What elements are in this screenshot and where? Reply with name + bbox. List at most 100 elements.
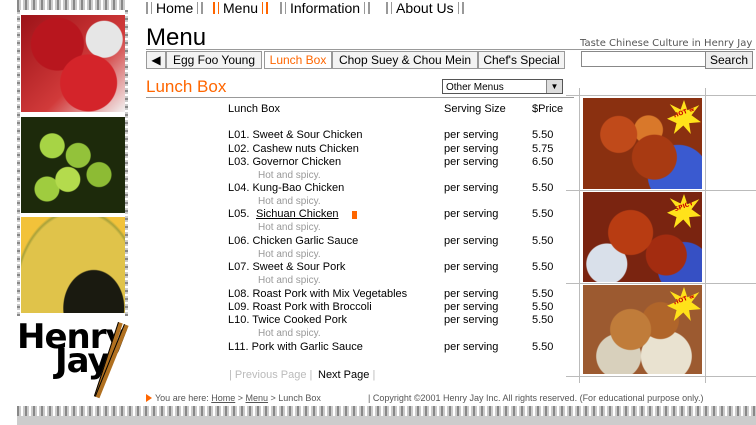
menu-item-price: 5.50	[532, 235, 554, 247]
badge-text: HOT &	[672, 292, 696, 307]
breadcrumb-menu[interactable]: Menu	[246, 393, 269, 403]
other-menus-value: Other Menus	[446, 82, 504, 93]
next-page-label[interactable]: Next Page	[318, 369, 369, 381]
frame-line	[566, 190, 756, 191]
menu-item-note: Hot and spicy.	[258, 196, 321, 207]
menu-item-price: 5.75	[532, 143, 554, 155]
food-photo-3: HOT &	[583, 285, 702, 374]
breadcrumb-current: Lunch Box	[278, 393, 321, 403]
menu-item-serving: per serving	[444, 208, 499, 220]
breadcrumb: You are here: Home > Menu > Lunch Box	[155, 393, 321, 403]
bracket-icon	[386, 2, 392, 14]
menu-item-serving: per serving	[444, 143, 499, 155]
menu-item-serving: per serving	[444, 235, 499, 247]
hot-spicy-badge-icon: HOT &	[667, 100, 701, 134]
tab-lunch-box[interactable]: Lunch Box	[264, 51, 332, 69]
menu-item-price: 5.50	[532, 301, 554, 313]
previous-page-label: Previous Page	[234, 369, 307, 381]
menu-item-name: L08. Roast Pork with Mix Vegetables	[228, 288, 408, 300]
menu-item-name-prefix: L05.	[228, 208, 250, 220]
section-title: Lunch Box	[146, 77, 227, 96]
menu-item-name: L03. Governor Chicken	[228, 156, 342, 168]
divider	[146, 49, 755, 50]
menu-item-price: 6.50	[532, 156, 554, 168]
left-border	[17, 10, 20, 316]
nav-about-us[interactable]: About Us	[386, 0, 464, 16]
menu-item-name: L04. Kung-Bao Chicken	[228, 182, 345, 194]
nav-home[interactable]: Home	[146, 0, 204, 16]
badge-text: HOT &	[672, 105, 696, 120]
bracket-icon	[457, 2, 464, 14]
next-page-link[interactable]: Next Page |	[318, 369, 375, 381]
previous-page-link: | Previous Page |	[229, 369, 313, 381]
nav-about-label: About Us	[396, 0, 454, 16]
other-menus-select[interactable]: Other Menus ▼	[442, 79, 563, 94]
search-button[interactable]: Search	[705, 51, 753, 69]
nav-menu-label: Menu	[223, 0, 259, 16]
search-input[interactable]	[581, 51, 707, 67]
breadcrumb-home[interactable]: Home	[211, 393, 235, 403]
food-photo-1: HOT &	[583, 98, 702, 189]
menu-item-note: Hot and spicy.	[258, 275, 321, 286]
sichuan-chicken-link[interactable]: Sichuan Chicken	[256, 208, 339, 220]
menu-item-serving: per serving	[444, 288, 499, 300]
tab-egg-foo-young[interactable]: Egg Foo Young	[166, 51, 262, 69]
menu-item-note: Hot and spicy.	[258, 170, 321, 181]
menu-item-serving: per serving	[444, 129, 499, 141]
nav-menu[interactable]: Menu	[213, 0, 269, 16]
menu-item-price: 5.50	[532, 341, 554, 353]
menu-item-link[interactable]: Sichuan Chicken	[256, 208, 339, 220]
strawberry-photo	[21, 15, 125, 112]
frame-line	[566, 95, 756, 96]
page-title: Menu	[146, 24, 207, 51]
menu-item-price: 5.50	[532, 208, 554, 220]
menu-item-price: 5.50	[532, 288, 554, 300]
nav-information-label: Information	[290, 0, 361, 16]
arrow-right-icon	[146, 394, 152, 402]
avocado-photo	[21, 217, 125, 313]
divider	[146, 97, 574, 98]
grapes-photo	[21, 117, 125, 213]
menu-item-serving: per serving	[444, 182, 499, 194]
top-border	[17, 0, 127, 10]
dropdown-arrow-icon: ▼	[546, 80, 562, 93]
menu-item-serving: per serving	[444, 156, 499, 168]
bracket-icon	[146, 2, 152, 14]
tab-back-arrow[interactable]: ◀	[146, 51, 166, 69]
bracket-icon	[197, 2, 204, 14]
copyright-text: Copyright ©2001 Henry Jay Inc. All right…	[372, 393, 704, 403]
bracket-icon	[213, 2, 219, 14]
menu-item-name: L06. Chicken Garlic Sauce	[228, 235, 359, 247]
tab-chop-suey[interactable]: Chop Suey & Chou Mein	[332, 51, 478, 69]
bracket-icon	[364, 2, 371, 14]
menu-item-serving: per serving	[444, 301, 499, 313]
bottom-shade	[17, 416, 756, 425]
menu-item-price: 5.50	[532, 182, 554, 194]
nav-information[interactable]: Information	[280, 0, 371, 16]
menu-item-name: L11. Pork with Garlic Sauce	[228, 341, 363, 353]
frame-line	[566, 283, 756, 284]
header-price: $Price	[532, 103, 564, 115]
bracket-icon	[262, 2, 269, 14]
nav-home-label: Home	[156, 0, 194, 16]
menu-item-serving: per serving	[444, 341, 499, 353]
copyright: | Copyright ©2001 Henry Jay Inc. All rig…	[368, 393, 704, 403]
menu-item-serving: per serving	[444, 314, 499, 326]
badge-text: SPICY	[673, 199, 695, 214]
menu-item-price: 5.50	[532, 261, 554, 273]
bottom-border	[17, 406, 756, 416]
food-photo-2: SPICY	[583, 192, 702, 282]
menu-item-price: 5.50	[532, 129, 554, 141]
frame-line	[566, 376, 756, 377]
frame-line	[579, 88, 580, 383]
menu-item-note: Hot and spicy.	[258, 249, 321, 260]
menu-item-name: L01. Sweet & Sour Chicken	[228, 129, 363, 141]
frame-line	[705, 88, 706, 383]
tagline: Taste Chinese Culture in Henry Jay	[580, 38, 753, 49]
menu-item-name: L07. Sweet & Sour Pork	[228, 261, 346, 273]
header-serving: Serving Size	[444, 103, 506, 115]
hot-spicy-badge-icon: HOT &	[667, 287, 701, 321]
cursor-marker-icon	[352, 211, 357, 219]
hot-spicy-badge-icon: SPICY	[667, 194, 701, 228]
tab-chefs-special[interactable]: Chef's Special	[478, 51, 565, 69]
